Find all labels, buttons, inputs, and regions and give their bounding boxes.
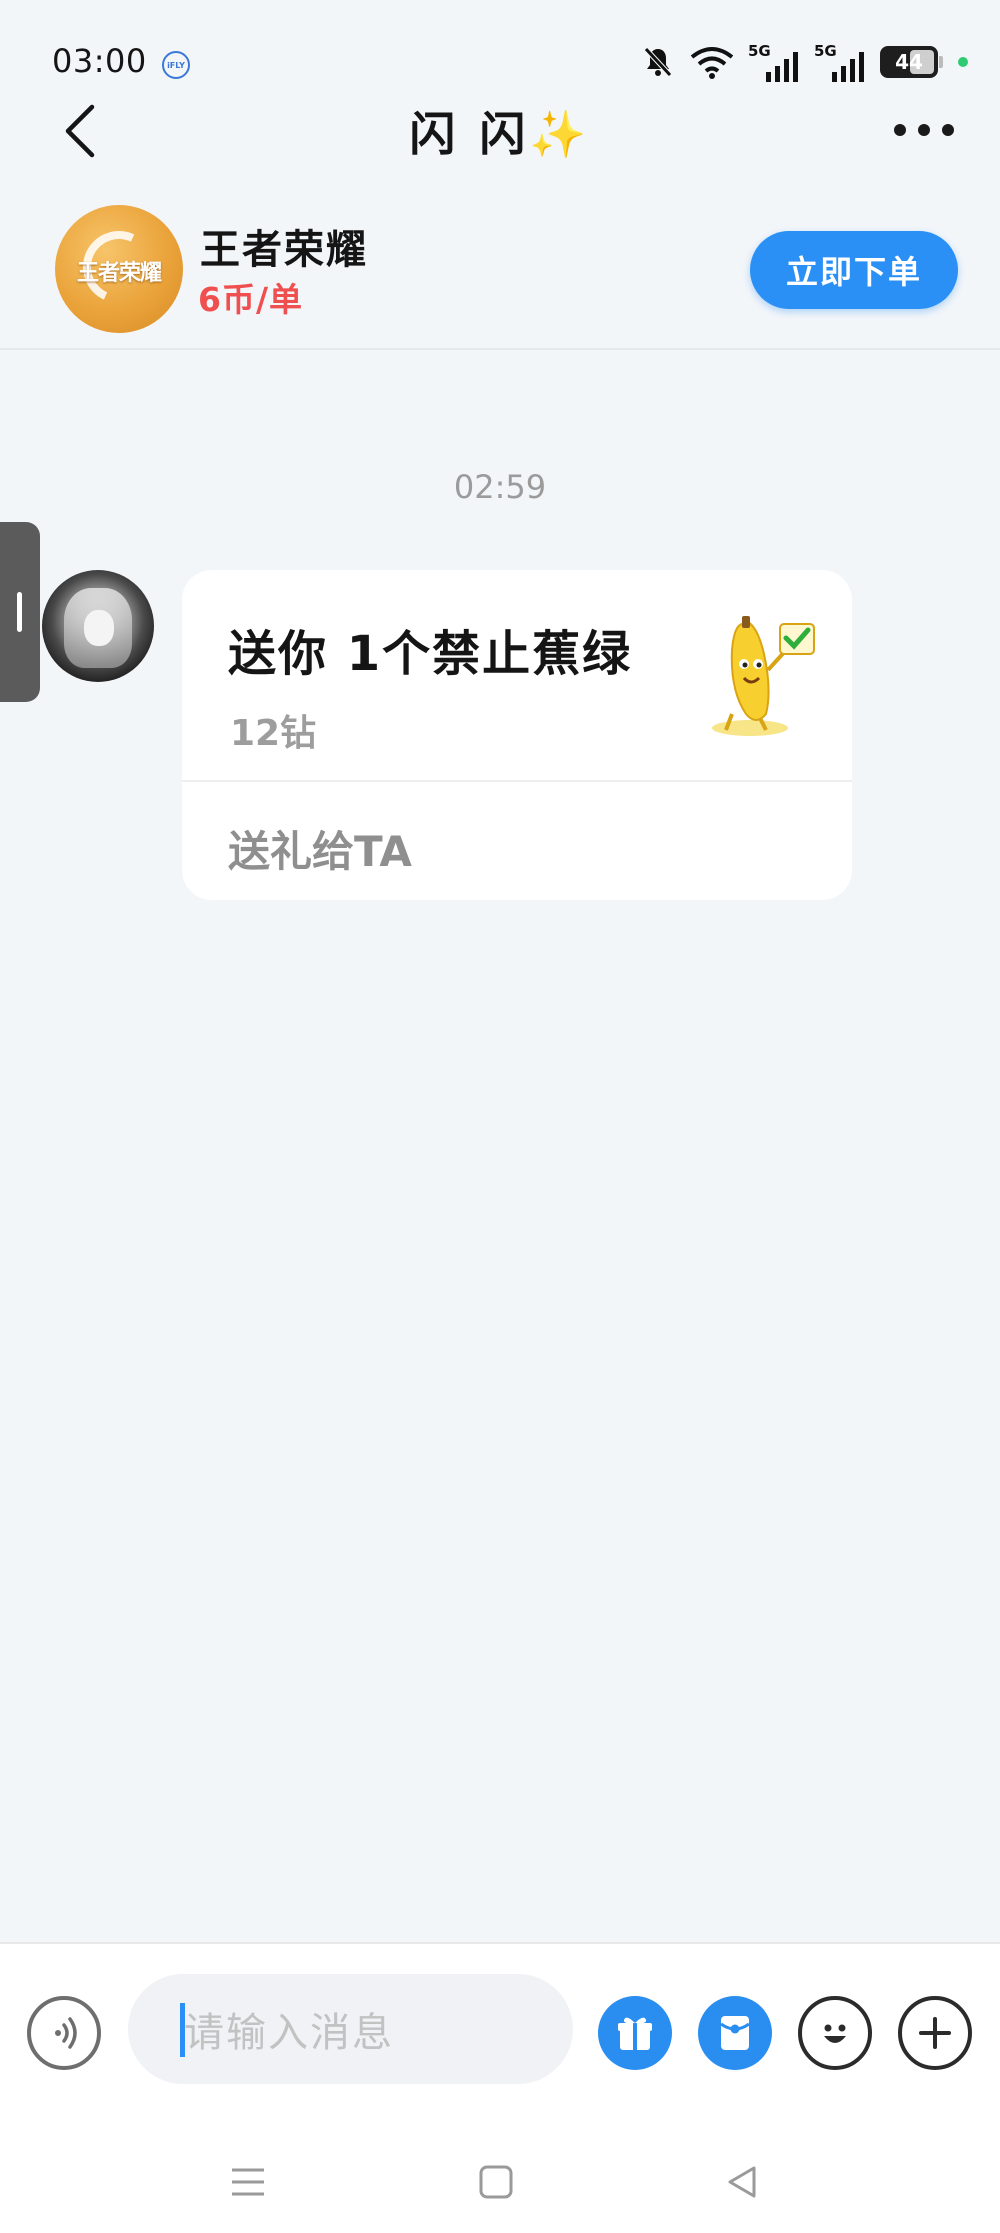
wifi-icon bbox=[690, 47, 734, 79]
floating-side-handle[interactable] bbox=[0, 522, 40, 702]
more-actions-button[interactable] bbox=[898, 1996, 972, 2070]
signal-bars-icon bbox=[832, 52, 864, 82]
sparkle-icon: ✨ bbox=[529, 107, 591, 161]
signal-5g-2: 5G bbox=[814, 42, 866, 82]
service-price: 6币/单 bbox=[198, 280, 304, 319]
message-input[interactable]: 请输入消息 bbox=[128, 1974, 573, 2084]
plus-icon bbox=[919, 2017, 951, 2049]
emoji-button[interactable] bbox=[798, 1996, 872, 2070]
gift-title: 送你 1个禁止蕉绿 bbox=[228, 626, 633, 682]
message-input-placeholder: 请输入消息 bbox=[184, 2010, 394, 2056]
banana-sticker-icon bbox=[712, 616, 815, 736]
send-gift-link[interactable]: 送礼给TA bbox=[228, 818, 412, 879]
red-packet-icon bbox=[720, 2016, 750, 2050]
chat-title-text: 闪 闪 bbox=[409, 107, 530, 161]
home-button[interactable] bbox=[466, 2152, 526, 2212]
service-bar: 王者荣耀 王者荣耀 6币/单 立即下单 bbox=[0, 195, 1000, 350]
battery-icon: 44 bbox=[880, 46, 943, 78]
message-timestamp: 02:59 bbox=[453, 468, 547, 506]
signal-bars-icon bbox=[766, 52, 798, 82]
game-logo[interactable]: 王者荣耀 bbox=[55, 205, 183, 333]
text-caret bbox=[180, 2003, 185, 2057]
red-packet-button[interactable] bbox=[698, 1996, 772, 2070]
privacy-indicator-dot bbox=[958, 57, 968, 67]
smiley-icon bbox=[824, 2024, 846, 2043]
game-logo-text: 王者荣耀 bbox=[76, 261, 162, 286]
recent-apps-button[interactable] bbox=[218, 2152, 278, 2212]
game-name: 王者荣耀 bbox=[200, 227, 368, 273]
gift-message-card[interactable]: 送你 1个禁止蕉绿 12钻 送礼给TA bbox=[182, 570, 852, 900]
gift-price: 12钻 bbox=[230, 713, 317, 754]
more-options-button[interactable] bbox=[886, 110, 962, 150]
status-icons: 5G 5G 44 bbox=[640, 40, 968, 84]
gift-icon bbox=[618, 2017, 652, 2050]
system-back-button[interactable] bbox=[712, 2152, 772, 2212]
signal-5g-1: 5G bbox=[748, 42, 800, 82]
chat-header: 闪 闪✨ bbox=[0, 90, 1000, 170]
gift-card-divider bbox=[182, 780, 852, 782]
chat-title: 闪 闪✨ bbox=[0, 98, 1000, 164]
iflytek-icon: iFLY bbox=[162, 51, 190, 79]
battery-level: 44 bbox=[895, 50, 923, 74]
system-nav-bar bbox=[0, 2112, 1000, 2233]
order-now-button[interactable]: 立即下单 bbox=[750, 231, 958, 309]
triangle-back-icon bbox=[728, 2166, 756, 2198]
avatar[interactable] bbox=[42, 570, 154, 682]
voice-input-button[interactable] bbox=[27, 1996, 101, 2070]
voice-icon bbox=[55, 2017, 77, 2049]
menu-icon bbox=[232, 2168, 264, 2196]
status-time: 03:00 bbox=[52, 42, 147, 80]
bell-muted-icon bbox=[644, 47, 672, 77]
home-square-icon bbox=[479, 2165, 513, 2199]
message-input-bar: 请输入消息 bbox=[0, 1942, 1000, 2112]
gift-button[interactable] bbox=[598, 1996, 672, 2070]
